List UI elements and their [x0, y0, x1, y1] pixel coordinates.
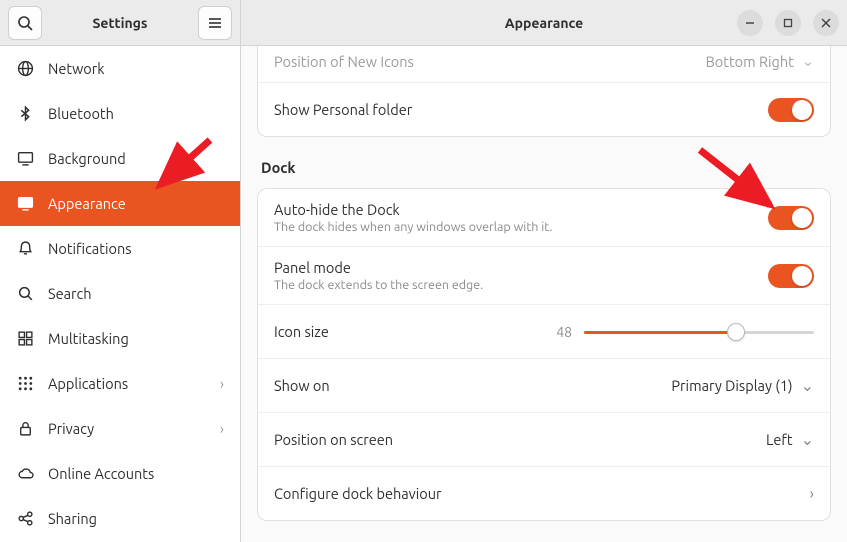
- sidebar-item-sharing[interactable]: Sharing: [0, 496, 240, 541]
- row-configure-dock-behaviour[interactable]: Configure dock behaviour ›: [258, 466, 830, 520]
- toggle-panel-mode[interactable]: [768, 264, 814, 288]
- sidebar-item-search[interactable]: Search: [0, 271, 240, 316]
- sidebar-item-label: Applications: [48, 375, 128, 392]
- desktop-icons-group: Position of New Icons Bottom Right ⌄ Sho…: [257, 46, 831, 137]
- sidebar-item-notifications[interactable]: Notifications: [0, 226, 240, 271]
- chevron-right-icon: ›: [220, 420, 224, 437]
- app-title: Settings: [48, 15, 192, 31]
- bell-icon: [16, 240, 34, 258]
- sidebar-item-multitasking[interactable]: Multitasking: [0, 316, 240, 361]
- apps-icon: [16, 375, 34, 393]
- chevron-right-icon: ›: [220, 375, 224, 392]
- row-label: Auto-hide the Dock: [274, 201, 552, 218]
- maximize-button[interactable]: [775, 10, 801, 36]
- chevron-down-icon: ⌄: [802, 52, 814, 70]
- icon-size-value: 48: [556, 324, 572, 340]
- sidebar-item-background[interactable]: Background: [0, 136, 240, 181]
- cloud-icon: [16, 465, 34, 483]
- section-title-dock: Dock: [261, 159, 827, 176]
- row-label: Show on: [274, 377, 330, 394]
- toggle-personal-folder[interactable]: [768, 98, 814, 122]
- sidebar-item-label: Multitasking: [48, 330, 129, 347]
- maximize-icon: [783, 18, 793, 28]
- close-icon: [821, 18, 831, 28]
- sidebar-item-label: Search: [48, 285, 92, 302]
- sidebar-item-applications[interactable]: Applications ›: [0, 361, 240, 406]
- bluetooth-icon: [16, 105, 34, 123]
- header-bar: Settings Appearance: [0, 0, 847, 46]
- globe-icon: [16, 60, 34, 78]
- sidebar-item-online-accounts[interactable]: Online Accounts: [0, 451, 240, 496]
- search-button[interactable]: [8, 6, 42, 40]
- sidebar-item-appearance[interactable]: Appearance: [0, 181, 240, 226]
- sidebar-item-label: Background: [48, 150, 126, 167]
- chevron-right-icon: ›: [810, 485, 815, 503]
- sidebar-item-privacy[interactable]: Privacy ›: [0, 406, 240, 451]
- search-icon: [17, 15, 33, 31]
- row-value: Left: [766, 431, 793, 448]
- sidebar-item-label: Privacy: [48, 420, 94, 437]
- grid-icon: [16, 330, 34, 348]
- hamburger-icon: [207, 15, 223, 31]
- display-icon: [16, 150, 34, 168]
- icon-size-slider[interactable]: [584, 322, 814, 342]
- toggle-autohide[interactable]: [768, 206, 814, 230]
- sidebar-item-label: Network: [48, 60, 105, 77]
- row-value: Bottom Right: [706, 53, 794, 70]
- sidebar-item-label: Notifications: [48, 240, 132, 257]
- header-left: Settings: [0, 0, 241, 45]
- sidebar-item-label: Sharing: [48, 510, 97, 527]
- row-sublabel: The dock hides when any windows overlap …: [274, 220, 552, 234]
- row-label: Position on screen: [274, 431, 393, 448]
- chevron-down-icon: ⌄: [801, 430, 814, 449]
- row-icon-size: Icon size 48: [258, 304, 830, 358]
- row-autohide-dock: Auto-hide the Dock The dock hides when a…: [258, 189, 830, 246]
- close-button[interactable]: [813, 10, 839, 36]
- lock-icon: [16, 420, 34, 438]
- row-label: Configure dock behaviour: [274, 485, 442, 502]
- row-position-on-screen[interactable]: Position on screen Left ⌄: [258, 412, 830, 466]
- sidebar-item-label: Appearance: [48, 195, 126, 212]
- row-label: Show Personal folder: [274, 101, 412, 118]
- sidebar-item-bluetooth[interactable]: Bluetooth: [0, 91, 240, 136]
- sidebar: Network Bluetooth Background Appearance Noti…: [0, 46, 241, 542]
- row-value: Primary Display (1): [671, 377, 792, 394]
- row-label: Position of New Icons: [274, 53, 414, 70]
- row-show-personal-folder: Show Personal folder: [258, 82, 830, 136]
- sidebar-item-label: Bluetooth: [48, 105, 114, 122]
- chevron-down-icon: ⌄: [801, 376, 814, 395]
- share-icon: [16, 510, 34, 528]
- header-right: Appearance: [241, 0, 847, 45]
- search-icon: [16, 285, 34, 303]
- row-sublabel: The dock extends to the screen edge.: [274, 278, 483, 292]
- minimize-button[interactable]: [737, 10, 763, 36]
- appearance-icon: [16, 195, 34, 213]
- sidebar-item-network[interactable]: Network: [0, 46, 240, 91]
- window-controls: [737, 10, 839, 36]
- menu-button[interactable]: [198, 6, 232, 40]
- row-position-new-icons[interactable]: Position of New Icons Bottom Right ⌄: [258, 46, 830, 82]
- sidebar-item-label: Online Accounts: [48, 465, 154, 482]
- row-panel-mode: Panel mode The dock extends to the scree…: [258, 246, 830, 304]
- content-area: Position of New Icons Bottom Right ⌄ Sho…: [241, 46, 847, 542]
- minimize-icon: [745, 18, 755, 28]
- row-label: Panel mode: [274, 259, 483, 276]
- row-label: Icon size: [274, 323, 329, 340]
- row-show-on[interactable]: Show on Primary Display (1) ⌄: [258, 358, 830, 412]
- dock-group: Auto-hide the Dock The dock hides when a…: [257, 188, 831, 521]
